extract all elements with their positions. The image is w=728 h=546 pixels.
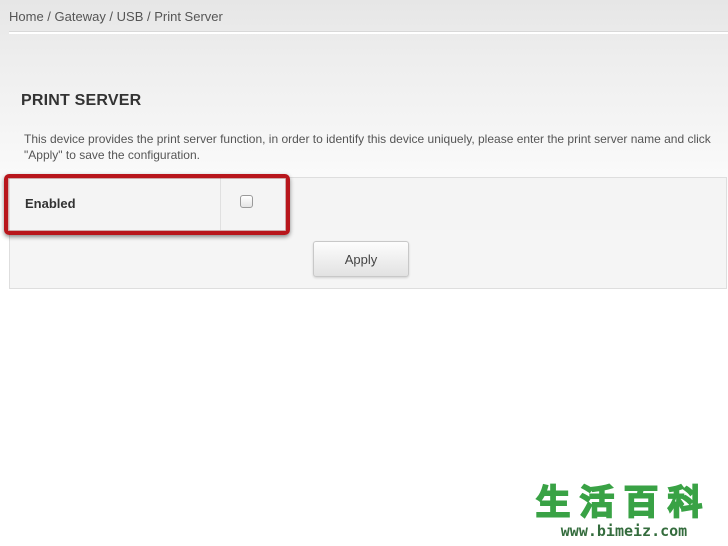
breadcrumb: Home / Gateway / USB / Print Server — [9, 9, 223, 24]
apply-row: Apply — [10, 230, 726, 288]
enabled-row: Enabled — [10, 178, 726, 231]
page-title: PRINT SERVER — [21, 92, 142, 109]
enabled-label: Enabled — [25, 196, 76, 211]
apply-button[interactable]: Apply — [313, 241, 409, 277]
enabled-checkbox[interactable] — [240, 195, 253, 208]
column-divider — [220, 178, 221, 230]
page-description: This device provides the print server fu… — [24, 132, 711, 162]
print-server-settings-table: Enabled Apply — [9, 177, 727, 289]
breadcrumb-divider — [9, 31, 728, 34]
